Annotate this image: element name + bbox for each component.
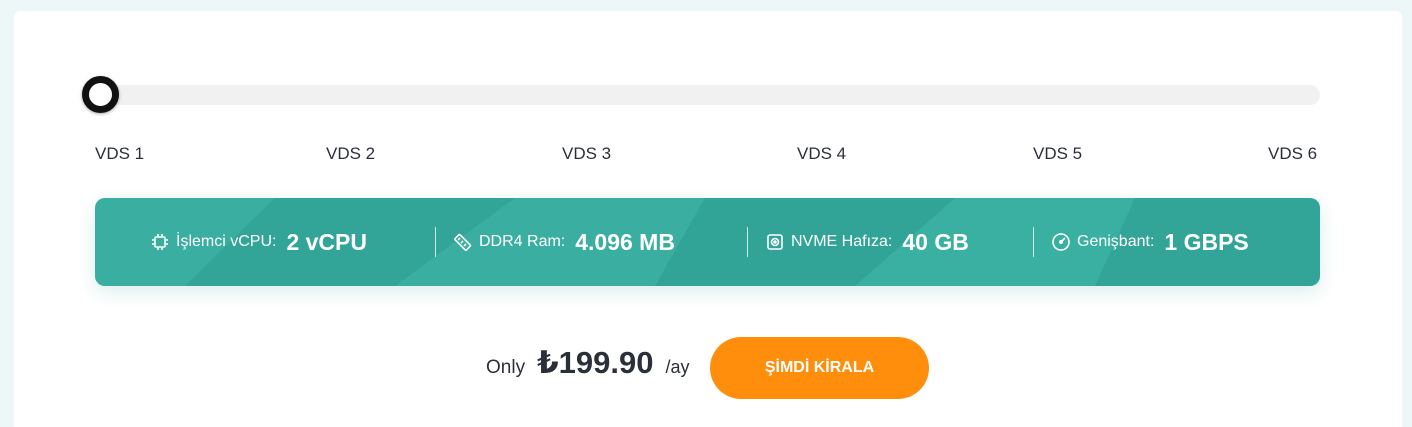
tick-vds-6[interactable]: VDS 6 (1268, 144, 1317, 164)
price-period: /ay (665, 357, 690, 377)
plan-slider-thumb[interactable] (82, 76, 119, 113)
memory-icon (453, 232, 473, 252)
spec-ram: DDR4 Ram: 4.096 MB (453, 198, 675, 286)
spec-storage-label: NVME Hafıza: (791, 233, 893, 250)
tick-vds-3[interactable]: VDS 3 (562, 144, 611, 164)
price-amount: ₺199.90 (537, 345, 654, 380)
tick-vds-4[interactable]: VDS 4 (797, 144, 846, 164)
tick-vds-2[interactable]: VDS 2 (326, 144, 375, 164)
tick-vds-5[interactable]: VDS 5 (1033, 144, 1082, 164)
spec-cpu: İşlemci vCPU: 2 vCPU (150, 198, 367, 286)
spec-ram-value: 4.096 MB (575, 228, 675, 255)
plan-slider-track[interactable] (95, 85, 1320, 105)
spec-storage: NVME Hafıza: 40 GB (765, 198, 969, 286)
spec-bandwidth-value: 1 GBPS (1164, 228, 1249, 255)
tick-vds-1[interactable]: VDS 1 (95, 144, 144, 164)
speedometer-icon (1051, 232, 1071, 252)
spec-divider (435, 227, 436, 257)
price-row: Only ₺199.90 /ay (486, 345, 689, 381)
spec-bar: İşlemci vCPU: 2 vCPU DDR4 Ram: 4.096 MB … (95, 198, 1320, 286)
disk-icon (765, 232, 785, 252)
spec-divider (747, 227, 748, 257)
spec-storage-value: 40 GB (902, 228, 969, 255)
spec-bandwidth: Genişbant: 1 GBPS (1051, 198, 1249, 286)
cpu-icon (150, 232, 170, 252)
spec-ram-label: DDR4 Ram: (479, 233, 566, 250)
spec-cpu-label: İşlemci vCPU: (176, 233, 277, 250)
spec-bandwidth-label: Genişbant: (1077, 233, 1155, 250)
spec-divider (1033, 227, 1034, 257)
rent-now-button[interactable]: ŞİMDİ KİRALA (710, 337, 929, 399)
spec-cpu-value: 2 vCPU (286, 228, 367, 255)
price-prefix: Only (486, 357, 526, 378)
